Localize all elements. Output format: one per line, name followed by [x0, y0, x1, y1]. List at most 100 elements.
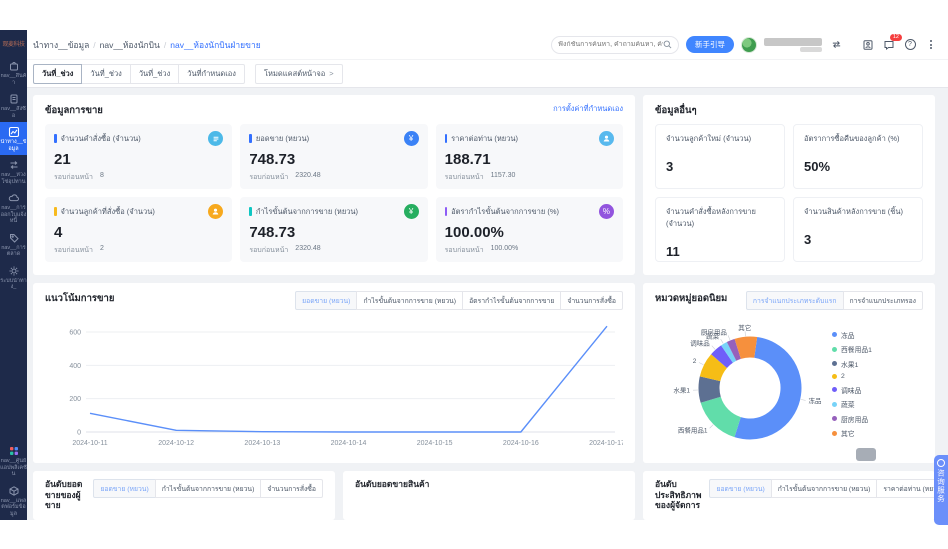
svg-text:2: 2 — [693, 358, 697, 365]
more-menu-icon[interactable] — [924, 38, 938, 52]
sidebar-item-products[interactable]: nav__สินค้า — [0, 56, 27, 89]
svg-text:2024-10-14: 2024-10-14 — [331, 440, 367, 447]
manager-ranking-card: อันดับประสิทธิภาพของผู้จัดการ ยอดขาย (หย… — [643, 471, 935, 520]
bottom-left-row: อันดับยอดขายของผู้ขาย ยอดขาย (หยวน) กำไร… — [33, 471, 635, 520]
arrows-icon — [8, 159, 20, 171]
sidebar-item-invoicing[interactable]: nav__การออกใบแจ้งหนี้ — [0, 188, 27, 228]
topbar-tools: 新手引导 12 ? — [551, 36, 938, 54]
svg-text:其它: 其它 — [738, 323, 751, 332]
app-logo: 观麦科技 — [0, 30, 27, 56]
search-input[interactable] — [558, 41, 663, 48]
document-icon — [8, 93, 20, 105]
trend-metric-gross-margin[interactable]: อัตรากำไรขั้นต้นจากการขาย — [462, 291, 561, 310]
sales-stat-grid: จำนวนคำสั่งซื้อ (จำนวน) 21 รอบก่อนหน้า8 … — [45, 124, 623, 262]
trend-metric-order-count[interactable]: จำนวนการสั่งซื้อ — [560, 291, 623, 310]
seller-metric-gross-profit[interactable]: กำไรขั้นต้นจากการขาย (หยวน) — [155, 479, 262, 498]
svg-text:2024-10-11: 2024-10-11 — [72, 440, 107, 447]
breadcrumb-part1[interactable]: นำทาง__ข้อมูล — [33, 38, 89, 52]
dashboard-content: ข้อมูลการขาย การตั้งค่าที่กำหนดเอง จำนวน… — [27, 88, 948, 520]
sidebar-item-orders[interactable]: nav__สั่งซื้อ — [0, 89, 27, 122]
person-icon — [208, 204, 223, 219]
stat-sales-amount: ยอดขาย (หยวน) ¥ 748.73 รอบก่อนหน้า2320.4… — [240, 124, 427, 189]
sidebar: 观麦科技 nav__สินค้า nav__สั่งซื้อ นำทาง__ข้… — [0, 30, 27, 520]
popular-categories-card: หมวดหมู่ยอดนิยม การจำแนกประเภทระดับแรก ก… — [643, 283, 935, 463]
tab-date-range-1[interactable]: วันที่_ช่วง — [33, 64, 82, 84]
orders-icon — [208, 131, 223, 146]
manager-metric-price-per-customer[interactable]: ราคาต่อท่าน (หยวน) — [876, 479, 935, 498]
stat-price-per-customer: ราคาต่อท่าน (หยวน) 188.71 รอบก่อนหน้า115… — [436, 124, 623, 189]
sidebar-item-app-center[interactable]: nav__ศูนย์แอปพลิเคชัน — [0, 441, 27, 481]
legend-item[interactable]: 水果1 — [832, 359, 872, 369]
legend-item[interactable]: 2 — [832, 373, 872, 380]
sales-data-title: ข้อมูลการขาย — [45, 103, 103, 118]
chart-icon — [8, 126, 20, 138]
seller-metric-order-count[interactable]: จำนวนการสั่งซื้อ — [260, 479, 323, 498]
sidebar-item-marketing[interactable]: nav__การตลาด — [0, 228, 27, 261]
seller-ranking-buttons: ยอดขาย (หยวน) กำไรขั้นต้นจากการขาย (หยวน… — [93, 479, 323, 498]
legend-item[interactable]: 冻品 — [832, 330, 872, 340]
svg-text:水果1: 水果1 — [673, 385, 690, 394]
breadcrumb-part2[interactable]: nav__ห้องนักบิน — [100, 38, 160, 52]
sales-trend-title: แนวโน้มการขาย — [45, 291, 114, 306]
search-icon — [663, 40, 672, 49]
trend-metric-buttons: ยอดขาย (หยวน) กำไรขั้นต้นจากการขาย (หยวน… — [295, 291, 623, 310]
stat-order-count: จำนวนคำสั่งซื้อ (จำนวน) 21 รอบก่อนหน้า8 — [45, 124, 232, 189]
date-filter-bar: วันที่_ช่วง วันที่_ช่วง วันที่_ช่วง วันท… — [27, 60, 948, 88]
category-level-2-button[interactable]: การจำแนกประเภทรอง — [843, 291, 923, 310]
user-name-redacted — [764, 38, 822, 52]
svg-text:2024-10-12: 2024-10-12 — [158, 440, 194, 447]
legend-item[interactable]: 厨房用品 — [832, 414, 872, 424]
tag-icon — [8, 232, 20, 244]
breadcrumb-current: nav__ห้องนักบินฝ่ายขาย — [170, 38, 260, 52]
grid-icon — [8, 445, 20, 457]
popular-categories-title: หมวดหมู่ยอดนิยม — [655, 291, 727, 306]
category-level-1-button[interactable]: การจำแนกประเภทระดับแรก — [746, 291, 844, 310]
help-icon[interactable]: ? — [903, 38, 917, 52]
messages-icon[interactable]: 12 — [882, 38, 896, 52]
manager-metric-gross-profit[interactable]: กำไรขั้นต้นจากการขาย (หยวน) — [771, 479, 878, 498]
page: 观麦科技 nav__สินค้า nav__สั่งซื้อ นำทาง__ข้… — [0, 0, 948, 549]
stat-ordering-customers: จำนวนลูกค้าที่สั่งซื้อ (จำนวน) 4 รอบก่อน… — [45, 197, 232, 262]
tab-date-custom[interactable]: วันที่กำหนดเอง — [178, 64, 245, 84]
tab-date-range-3[interactable]: วันที่_ช่วง — [130, 64, 179, 84]
switch-account-icon[interactable] — [829, 38, 843, 52]
sidebar-spacer — [0, 294, 27, 442]
svg-text:西餐用品1: 西餐用品1 — [678, 425, 708, 434]
custom-settings-link[interactable]: การตั้งค่าที่กำหนดเอง — [553, 103, 623, 115]
legend-item[interactable]: 调味品 — [832, 385, 872, 395]
floating-badge[interactable] — [856, 448, 876, 461]
sidebar-item-system[interactable]: ระบบนำทาง_ — [0, 261, 27, 294]
svg-text:0: 0 — [77, 430, 81, 437]
manager-metric-sales[interactable]: ยอดขาย (หยวน) — [709, 479, 771, 498]
tab-date-range-2[interactable]: วันที่_ช่วง — [81, 64, 130, 84]
sales-trend-card: แนวโน้มการขาย ยอดขาย (หยวน) กำไรขั้นต้นจ… — [33, 283, 635, 463]
legend-item[interactable]: 西餐用品1 — [832, 344, 872, 354]
topbar: นำทาง__ข้อมูล / nav__ห้องนักบิน / nav__ห… — [27, 30, 948, 60]
gear-icon — [8, 265, 20, 277]
yen-icon: ¥ — [404, 204, 419, 219]
screen-cast-mode-button[interactable]: โหมดแคสต์หน้าจอ > — [255, 64, 343, 84]
svg-text:冻品: 冻品 — [809, 396, 822, 405]
sales-data-card: ข้อมูลการขาย การตั้งค่าที่กำหนดเอง จำนวน… — [33, 95, 635, 275]
trend-metric-sales[interactable]: ยอดขาย (หยวน) — [295, 291, 357, 310]
sidebar-item-supply-chain[interactable]: nav__ห่วงโซ่อุปทาน — [0, 155, 27, 188]
seller-metric-sales[interactable]: ยอดขาย (หยวน) — [93, 479, 155, 498]
contacts-icon[interactable] — [861, 38, 875, 52]
trend-metric-gross-profit[interactable]: กำไรขั้นต้นจากการขาย (หยวน) — [356, 291, 463, 310]
consult-service-tab[interactable]: 咨询服务 — [934, 455, 948, 525]
sidebar-item-data-cockpit[interactable]: นำทาง__ข้อมูล — [0, 122, 27, 155]
person-icon — [599, 131, 614, 146]
app-window: 观麦科技 nav__สินค้า nav__สั่งซื้อ นำทาง__ข้… — [0, 30, 948, 520]
percent-icon: % — [599, 204, 614, 219]
beginner-guide-button[interactable]: 新手引导 — [686, 36, 734, 53]
donut-legend: 冻品 西餐用品1 水果1 2 调味品 蔬菜 厨房用品 其它 — [832, 330, 872, 439]
avatar[interactable] — [741, 37, 757, 53]
legend-item[interactable]: 蔬菜 — [832, 399, 872, 409]
legend-item[interactable]: 其它 — [832, 428, 872, 438]
search-box[interactable] — [551, 36, 679, 54]
manager-ranking-buttons: ยอดขาย (หยวน) กำไรขั้นต้นจากการขาย (หยวน… — [709, 479, 935, 498]
stat-gross-profit: กำไรขั้นต้นจากการขาย (หยวน) ¥ 748.73 รอบ… — [240, 197, 427, 262]
sidebar-item-data-platform[interactable]: nav__แพลตฟอร์มข้อมูล — [0, 481, 27, 521]
svg-text:2024-10-16: 2024-10-16 — [503, 440, 539, 447]
seller-ranking-title: อันดับยอดขายของผู้ขาย — [45, 479, 83, 511]
